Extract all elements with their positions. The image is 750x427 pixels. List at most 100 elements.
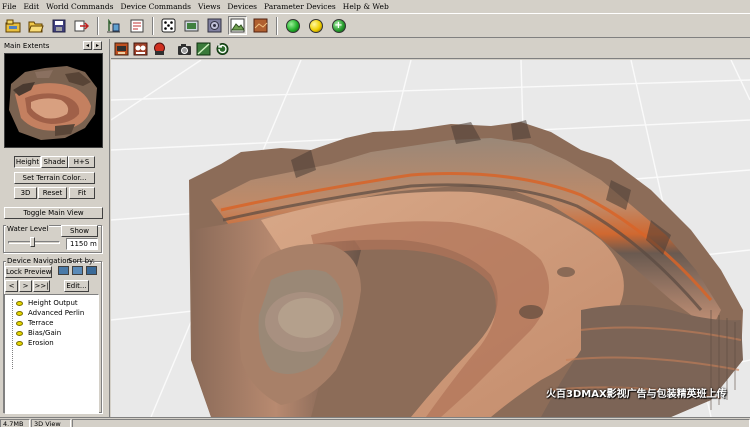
menu-help-web[interactable]: Help & Web [343, 2, 389, 11]
lock-preview-button[interactable]: Lock Preview [5, 266, 52, 278]
save-button[interactable] [49, 16, 68, 35]
nav-last-button[interactable]: >>| [33, 280, 50, 292]
app-window: File Edit World Commands Device Commands… [0, 0, 750, 427]
sort-by-type-icon[interactable] [58, 266, 69, 275]
green-plus-circle-icon: + [331, 18, 346, 33]
device-item-label: Height Output [28, 299, 78, 307]
slope-button[interactable] [196, 41, 211, 56]
sort-by-name-icon[interactable] [86, 266, 97, 275]
refresh-button[interactable] [215, 41, 230, 56]
export-icon [74, 20, 89, 31]
menu-edit[interactable]: Edit [23, 2, 39, 11]
cam-button[interactable] [114, 41, 129, 56]
height-button[interactable]: Height [14, 156, 41, 168]
device-item-height-output[interactable]: Height Output [5, 298, 78, 308]
open-button[interactable] [26, 16, 45, 35]
h-plus-s-button[interactable]: H+S [68, 156, 95, 168]
panel-arrows: ◂ ▸ [82, 41, 102, 50]
slope-icon [196, 42, 211, 55]
snapshot-button[interactable] [177, 41, 192, 56]
status-add-button[interactable]: + [329, 16, 348, 35]
nav-back-button[interactable]: < [5, 280, 18, 292]
yellow-circle-icon [308, 18, 323, 33]
new-world-button[interactable] [3, 16, 22, 35]
toolbar-separator [276, 16, 278, 35]
menu-bar: File Edit World Commands Device Commands… [0, 0, 750, 13]
status-yellow-button[interactable] [306, 16, 325, 35]
menu-views[interactable]: Views [198, 2, 220, 11]
device-dot-icon [16, 300, 23, 306]
device-dot-icon [16, 310, 23, 316]
status-green-button[interactable] [283, 16, 302, 35]
terrain-view-button[interactable] [228, 16, 247, 35]
texture-view-button[interactable] [251, 16, 270, 35]
device-item-advanced-perlin[interactable]: Advanced Perlin [5, 308, 84, 318]
terrain-preview[interactable] [4, 53, 103, 148]
settings-icon [207, 18, 222, 33]
dbl-button[interactable] [152, 41, 167, 56]
3d-viewport[interactable]: 火百3DMAX影视广告与包装精英班上传 [111, 60, 750, 417]
terrain-view-icon [230, 18, 245, 33]
camera-icon [178, 43, 191, 55]
terrain-render [111, 60, 750, 417]
sort-by-order-icon[interactable] [72, 266, 83, 275]
show-water-button[interactable]: Show [61, 225, 98, 237]
next-arrow-button[interactable]: ▸ [93, 41, 102, 50]
fit-button[interactable]: Fit [69, 187, 95, 199]
device-navigation-label: Device Navigation [6, 257, 72, 265]
status-memory: 4.7MB [0, 419, 30, 427]
watermark-text: 火百3DMAX影视广告与包装精英班上传 [546, 389, 727, 400]
device-item-label: Advanced Perlin [28, 309, 85, 317]
walk-button[interactable] [133, 41, 148, 56]
random-button[interactable] [159, 16, 178, 35]
device-item-bias-gain[interactable]: Bias/Gain [5, 328, 61, 338]
left-panel: Main Extents ◂ ▸ Height Shade H+S Set Te… [0, 39, 110, 417]
main-toolbar: + [0, 13, 750, 38]
menu-device-commands[interactable]: Device Commands [120, 2, 191, 11]
water-level-value-field[interactable]: 1150 m [66, 238, 98, 250]
random-icon [161, 18, 176, 33]
device-item-terrace[interactable]: Terrace [5, 318, 53, 328]
device-dot-icon [16, 340, 23, 346]
new-world-icon [5, 19, 20, 32]
device-item-label: Terrace [28, 319, 54, 327]
toolbar-separator [152, 16, 154, 35]
texture-view-icon [253, 18, 268, 33]
device-dot-icon [16, 320, 23, 326]
save-icon [52, 19, 65, 32]
device-item-erosion[interactable]: Erosion [5, 338, 54, 348]
export-button[interactable] [72, 16, 91, 35]
water-level-label: Water Level [6, 225, 50, 233]
main-extents-title: Main Extents [4, 42, 50, 50]
dbl-icon [154, 42, 165, 55]
walk-icon [133, 42, 148, 55]
menu-file[interactable]: File [2, 2, 16, 11]
edit-device-button[interactable]: Edit... [64, 280, 89, 292]
toggle-main-view-button[interactable]: Toggle Main View [4, 207, 103, 219]
toolbar-separator [97, 16, 99, 35]
menu-parameter-devices[interactable]: Parameter Devices [264, 2, 336, 11]
status-view: 3D View [31, 419, 71, 427]
shade-button[interactable]: Shade [41, 156, 68, 168]
3d-button[interactable]: 3D [14, 187, 37, 199]
prev-arrow-button[interactable]: ◂ [83, 41, 92, 50]
cam-icon [114, 42, 129, 55]
device-dot-icon [16, 330, 23, 336]
terrain-preview-image [5, 54, 102, 147]
menu-devices[interactable]: Devices [227, 2, 257, 11]
status-bar: 4.7MB 3D View [0, 417, 750, 427]
device-button[interactable] [104, 16, 123, 35]
water-level-slider-thumb[interactable] [30, 237, 35, 247]
reset-button[interactable]: Reset [38, 187, 67, 199]
green-circle-icon [285, 18, 300, 33]
settings-button[interactable] [205, 16, 224, 35]
menu-world-commands[interactable]: World Commands [46, 2, 113, 11]
set-terrain-color-button[interactable]: Set Terrain Color... [14, 172, 95, 184]
refresh-icon [216, 42, 229, 55]
render-button[interactable] [182, 16, 201, 35]
layout-button[interactable] [127, 16, 146, 35]
layout-icon [130, 19, 143, 32]
device-list[interactable]: Height Output Advanced Perlin Terrace Bi… [4, 294, 99, 414]
nav-forward-button[interactable]: > [19, 280, 32, 292]
status-empty [72, 419, 750, 427]
